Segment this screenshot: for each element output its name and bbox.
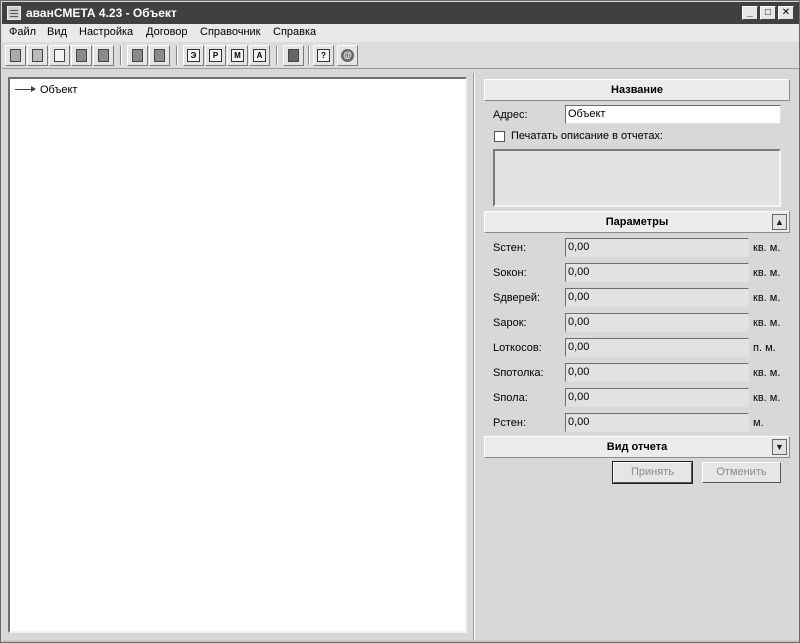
help-button[interactable]: ? [313, 45, 334, 66]
new-document-button[interactable] [5, 45, 26, 66]
save-all-button[interactable] [93, 45, 114, 66]
param-label: Pстен: [493, 417, 526, 429]
report-r-button[interactable]: Р [205, 45, 226, 66]
properties-panel: Название Адрес: Объект Печатать описание… [484, 77, 790, 637]
param-label: Sпотолка: [493, 367, 544, 379]
report-e-icon: Э [187, 49, 200, 62]
save-button[interactable] [71, 45, 92, 66]
param-value-field[interactable]: 0,00 [565, 288, 749, 307]
tree-node-object[interactable]: Объект [40, 84, 77, 96]
accept-button[interactable]: Принять [612, 461, 693, 484]
help-icon: ? [317, 49, 330, 62]
toolbar-separator [120, 46, 122, 65]
param-unit: кв. м. [753, 392, 781, 404]
param-value-field[interactable]: 0,00 [565, 413, 749, 432]
tree-arrow-icon [15, 86, 36, 92]
toolbar-separator [176, 46, 178, 65]
section-title-params: Параметры [605, 216, 669, 228]
app-window: аванСМЕТА 4.23 - Объект _ □ ✕ Файл Вид Н… [0, 0, 800, 643]
param-label: Lоткосов: [493, 342, 542, 354]
print-description-checkbox[interactable] [494, 131, 505, 142]
param-label: Sарок: [493, 317, 527, 329]
param-unit: п. м. [753, 342, 776, 354]
param-unit: кв. м. [753, 292, 781, 304]
paste-button[interactable] [149, 45, 170, 66]
report-r-icon: Р [209, 49, 222, 62]
menu-settings[interactable]: Настройка [79, 26, 133, 38]
param-value-field[interactable]: 0,00 [565, 363, 749, 382]
about-button[interactable]: @ [337, 45, 358, 66]
menu-view[interactable]: Вид [47, 26, 67, 38]
status-bar [2, 640, 799, 642]
param-label: Sдверей: [493, 292, 541, 304]
paste-icon [154, 49, 165, 62]
copy-icon [132, 49, 143, 62]
maximize-button[interactable]: □ [760, 6, 776, 20]
param-label: Sокон: [493, 267, 527, 279]
section-header-report[interactable]: Вид отчета ▼ [484, 436, 790, 458]
menu-reference[interactable]: Справочник [200, 26, 261, 38]
window-title: аванСМЕТА 4.23 - Объект [26, 6, 177, 20]
copy-button[interactable] [127, 45, 148, 66]
save-icon [76, 49, 87, 62]
report-e-button[interactable]: Э [183, 45, 204, 66]
toolbar-separator [308, 46, 310, 65]
section-title-name: Название [611, 84, 663, 96]
window-icon [54, 49, 65, 62]
app-icon[interactable] [7, 6, 21, 20]
cancel-button[interactable]: Отменить [702, 462, 781, 483]
menu-contract[interactable]: Договор [146, 26, 188, 38]
address-label: Адрес: [493, 109, 528, 121]
open-folder-icon [32, 49, 43, 62]
title-bar[interactable]: аванСМЕТА 4.23 - Объект _ □ ✕ [2, 2, 799, 24]
param-value-field[interactable]: 0,00 [565, 263, 749, 282]
param-unit: м. [753, 417, 764, 429]
menu-help[interactable]: Справка [273, 26, 316, 38]
toolbar: Э Р М А ? @ [2, 42, 799, 69]
param-value-field[interactable]: 0,00 [565, 238, 749, 257]
report-a-button[interactable]: А [249, 45, 270, 66]
param-unit: кв. м. [753, 317, 781, 329]
report-m-icon: М [231, 49, 244, 62]
menu-file[interactable]: Файл [9, 26, 36, 38]
param-label: Sпола: [493, 392, 528, 404]
param-label: Sстен: [493, 242, 526, 254]
param-value-field[interactable]: 0,00 [565, 338, 749, 357]
expand-down-icon[interactable]: ▼ [772, 439, 787, 455]
param-unit: кв. м. [753, 367, 781, 379]
report-m-button[interactable]: М [227, 45, 248, 66]
panel-splitter[interactable] [473, 73, 475, 641]
section-header-params[interactable]: Параметры ▲ [484, 211, 790, 233]
param-unit: кв. м. [753, 267, 781, 279]
window-button[interactable] [49, 45, 70, 66]
toolbar-separator [276, 46, 278, 65]
save-all-icon [98, 49, 109, 62]
param-unit: кв. м. [753, 242, 781, 254]
close-button[interactable]: ✕ [778, 6, 794, 20]
collapse-up-icon[interactable]: ▲ [772, 214, 787, 230]
new-document-icon [10, 49, 21, 62]
minimize-button[interactable]: _ [742, 6, 758, 20]
param-value-field[interactable]: 0,00 [565, 388, 749, 407]
section-title-report: Вид отчета [606, 441, 668, 453]
book-button[interactable] [283, 45, 304, 66]
report-a-icon: А [253, 49, 266, 62]
open-button[interactable] [27, 45, 48, 66]
print-description-label: Печатать описание в отчетах: [511, 130, 663, 142]
section-header-name[interactable]: Название [484, 79, 790, 101]
description-textarea[interactable] [493, 149, 781, 207]
object-tree[interactable]: Объект [8, 77, 467, 633]
address-field[interactable]: Объект [565, 105, 781, 124]
menu-bar: Файл Вид Настройка Договор Справочник Сп… [2, 24, 799, 42]
book-icon [288, 49, 299, 62]
param-value-field[interactable]: 0,00 [565, 313, 749, 332]
about-icon: @ [341, 49, 354, 62]
